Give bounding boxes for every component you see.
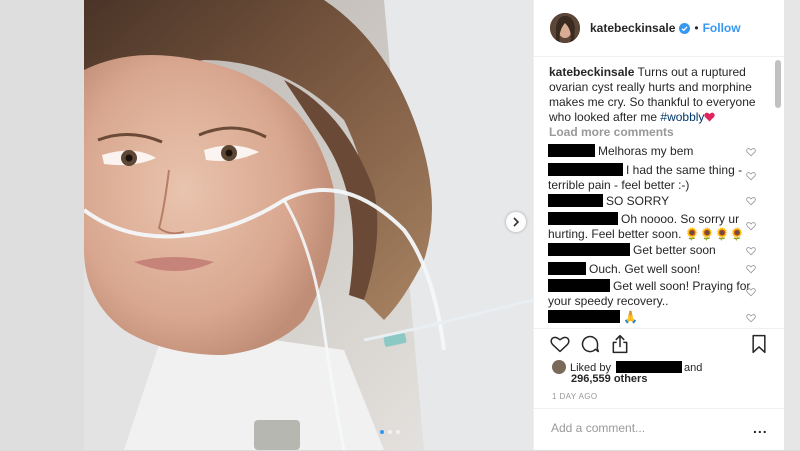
right-background	[784, 0, 800, 450]
comment-like-icon[interactable]	[746, 313, 756, 323]
redacted-username	[548, 163, 623, 176]
comment-text: SO SORRY	[606, 194, 670, 208]
carousel-next-button[interactable]	[506, 212, 526, 232]
comments-scrollbar[interactable]	[775, 60, 781, 108]
username-link[interactable]: katebeckinsale	[590, 21, 675, 35]
hashtag-link[interactable]: #wobbly	[660, 110, 704, 124]
caption: katebeckinsale Turns out a ruptured ovar…	[549, 65, 769, 125]
add-comment-input[interactable]: Add a comment...	[551, 421, 645, 435]
comment-like-icon[interactable]	[746, 287, 756, 297]
carousel-dot	[380, 430, 384, 434]
comment-text: 🙏	[623, 310, 638, 324]
post-timestamp[interactable]: 1 DAY AGO	[552, 392, 598, 401]
left-background	[0, 0, 84, 450]
comment-item: Get better soon	[548, 243, 753, 258]
share-icon[interactable]	[610, 334, 630, 354]
comment-like-icon[interactable]	[746, 246, 756, 256]
load-more-comments-link[interactable]: Load more comments	[549, 125, 674, 139]
redacted-username	[548, 243, 630, 256]
comment-bubble-icon[interactable]	[580, 334, 600, 354]
comment-item: Oh noooo. So sorry ur hurting. Feel bett…	[548, 212, 753, 242]
redacted-username	[548, 310, 620, 323]
comment-like-icon[interactable]	[746, 221, 756, 231]
comment-like-icon[interactable]	[746, 264, 756, 274]
comment-text: Ouch. Get well soon!	[589, 262, 701, 276]
red-heart-emoji	[704, 112, 716, 122]
more-options-button[interactable]: ...	[753, 420, 768, 436]
comment-like-icon[interactable]	[746, 196, 756, 206]
redacted-username	[548, 144, 595, 157]
comment-item: Melhoras my bem	[548, 144, 753, 159]
comment-like-icon[interactable]	[746, 147, 756, 157]
caption-username[interactable]: katebeckinsale	[549, 65, 634, 79]
comment-like-icon[interactable]	[746, 171, 756, 181]
carousel-dot	[388, 430, 392, 434]
follow-button[interactable]: Follow	[703, 21, 741, 35]
chevron-right-icon	[513, 217, 520, 227]
redacted-username	[616, 361, 683, 373]
post-photo	[84, 0, 533, 450]
comment-item: Get well soon! Praying for your speedy r…	[548, 279, 753, 309]
redacted-username	[548, 279, 610, 292]
comment-text: Get better soon	[633, 243, 716, 257]
liked-by: Liked by and	[552, 360, 772, 374]
comment-item: Ouch. Get well soon!	[548, 262, 753, 277]
heart-outline-icon[interactable]	[550, 334, 570, 354]
comment-item: SO SORRY	[548, 194, 753, 209]
redacted-username	[548, 194, 603, 207]
avatar[interactable]	[550, 13, 580, 43]
liked-by-suffix: and	[684, 362, 703, 374]
liker-avatar[interactable]	[552, 360, 566, 374]
carousel-dot	[396, 430, 400, 434]
comments-section: katebeckinsale Turns out a ruptured ovar…	[534, 57, 772, 327]
post-actions	[534, 328, 785, 359]
redacted-username	[548, 212, 618, 225]
post-header: katebeckinsale • Follow	[534, 0, 785, 57]
add-comment-bar: Add a comment... ...	[534, 408, 785, 451]
separator-dot: •	[694, 21, 699, 35]
carousel-indicator	[380, 430, 400, 434]
avatar-image	[550, 13, 580, 43]
post-sidebar: katebeckinsale • Follow katebeckinsale T…	[533, 0, 785, 450]
bookmark-icon[interactable]	[749, 334, 769, 354]
comment-item: I had the same thing - terrible pain - f…	[548, 163, 753, 193]
comment-text: Melhoras my bem	[598, 144, 694, 158]
comment-item: 🙏	[548, 310, 753, 325]
redacted-username	[548, 262, 586, 275]
likes-count[interactable]: 296,559 others	[571, 373, 647, 385]
verified-badge-icon	[679, 22, 691, 34]
